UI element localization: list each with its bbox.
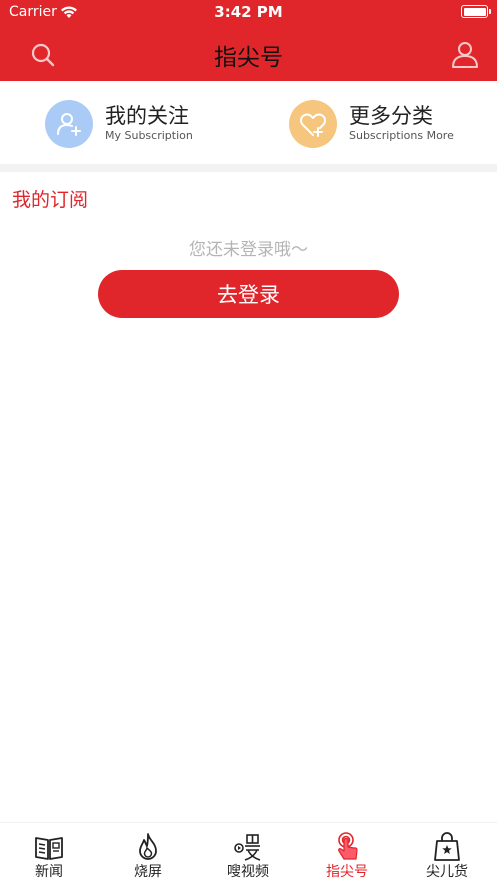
page-title: 指尖号 — [214, 45, 283, 71]
newspaper-icon — [35, 837, 63, 860]
shopping-bag-icon — [434, 832, 460, 861]
clock: 3:42 PM — [214, 3, 283, 21]
my-subscription-button[interactable]: 我的关注 My Subscription — [45, 98, 193, 150]
top-bar: Carrier 3:42 PM 指尖号 — [0, 0, 497, 81]
tab-finger-account[interactable]: 指尖号 — [307, 831, 387, 883]
shortcut-row: 我的关注 My Subscription 更多分类 Subscriptions … — [0, 81, 497, 164]
empty-hint: 您还未登录哦～ — [189, 240, 308, 260]
video-icon — [234, 834, 261, 861]
tab-bar: 新闻 烧屏 嗖视频 指尖号 尖儿货 — [0, 822, 497, 883]
login-button[interactable]: 去登录 — [98, 270, 399, 318]
more-categories-title: 更多分类 — [349, 104, 433, 128]
tab-shop-label: 尖儿货 — [426, 864, 468, 880]
finger-tap-icon — [338, 832, 358, 860]
tab-burn-screen[interactable]: 烧屏 — [108, 831, 188, 883]
battery-icon — [461, 5, 491, 18]
section-divider — [0, 164, 497, 172]
tab-shop[interactable]: 尖儿货 — [407, 831, 487, 883]
tab-news[interactable]: 新闻 — [9, 831, 89, 883]
app-root: Carrier 3:42 PM 指尖号 我的关注 My Subscription… — [0, 0, 497, 883]
section-title: 我的订阅 — [12, 189, 89, 211]
tab-finger-account-label: 指尖号 — [326, 864, 368, 880]
more-categories-button[interactable]: 更多分类 Subscriptions More — [289, 98, 454, 150]
tab-burn-screen-label: 烧屏 — [134, 864, 162, 880]
flame-icon — [139, 833, 157, 860]
heart-plus-icon — [289, 100, 337, 148]
my-subscription-title: 我的关注 — [105, 104, 189, 128]
user-icon[interactable] — [451, 40, 479, 68]
tab-news-label: 新闻 — [35, 864, 63, 880]
tab-video[interactable]: 嗖视频 — [208, 831, 288, 883]
my-subscription-subtitle: My Subscription — [105, 129, 193, 142]
add-user-icon — [45, 100, 93, 148]
more-categories-subtitle: Subscriptions More — [349, 129, 454, 142]
tab-video-label: 嗖视频 — [227, 864, 269, 880]
status-bar: Carrier 3:42 PM — [0, 0, 497, 26]
